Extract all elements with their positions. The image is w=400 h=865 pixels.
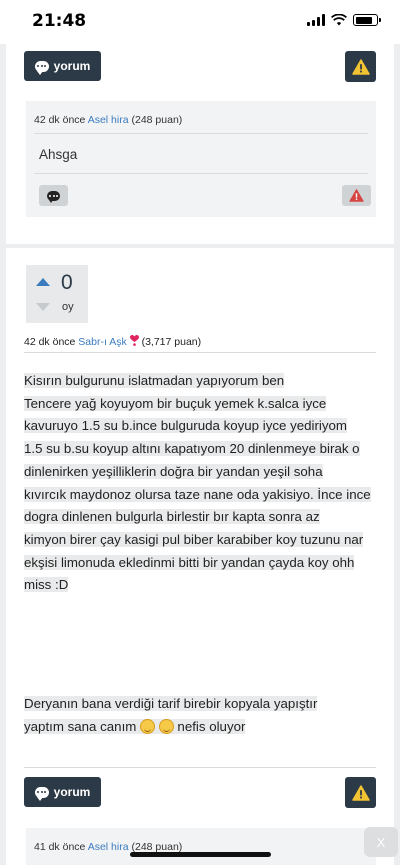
comment-divider (34, 173, 368, 174)
warning-icon (351, 58, 370, 75)
heart-exclamation-icon (129, 335, 139, 346)
comment-meta: 42 dk önce Asel hira (248 puan) (34, 114, 182, 126)
vote-label: oy (62, 301, 74, 313)
report-comment-button[interactable] (342, 185, 371, 206)
comment-item: 42 dk önce Asel hira (248 puan) Ahsga (26, 101, 376, 217)
answer-card: 0 oy 42 dk önce Sabr-ı Aşk (3,717 puan) … (6, 248, 394, 865)
warning-icon (351, 784, 370, 801)
comment-time: 41 dk önce (34, 841, 86, 853)
answer-line: Tencere yağ koyuyom bir buçuk yemek k.sa… (24, 395, 327, 411)
answer-body: Kisırın bulgurunu islatmadan yapıyorum b… (24, 370, 384, 597)
answer-note-text: nefis oluyor (173, 718, 246, 734)
smiling-face-icon (140, 718, 156, 734)
upvote-arrow-icon[interactable] (36, 278, 50, 286)
answer-line: kavuruyo 1.5 su b.ince bulguruda koyup i… (24, 418, 347, 434)
answer-points: (3,717 puan) (141, 336, 202, 348)
answer-line: dinlenirken yeşilliklerin doğra bir yand… (24, 463, 323, 479)
answer-divider (24, 767, 376, 768)
reply-comment-button[interactable] (39, 185, 68, 206)
answer-line: Kisırın bulgurunu islatmadan yapıyorum b… (24, 373, 285, 388)
comment-icon (34, 786, 49, 801)
previous-post-card: yorum 42 dk önce Asel hira (248 puan) Ah… (6, 44, 394, 244)
answer-note-text: yaptım sana canım (24, 718, 141, 734)
signal-icon (307, 14, 325, 26)
comment-points: (248 puan) (131, 114, 183, 126)
comment-time: 42 dk önce (34, 114, 86, 126)
report-button[interactable] (345, 51, 376, 82)
home-indicator (130, 852, 271, 857)
status-bar: 21:48 (0, 0, 400, 44)
status-time: 21:48 (32, 11, 87, 31)
answer-note: Deryanın bana verdiği tarif birebir kopy… (24, 693, 374, 738)
yorum-button[interactable]: yorum (24, 51, 101, 81)
yorum-button-label: yorum (53, 785, 91, 799)
wifi-icon (331, 14, 347, 26)
comment-user-link[interactable]: Asel hira (88, 841, 129, 853)
comment-divider (34, 133, 368, 134)
answer-note-line: Deryanın bana verdiği tarif birebir kopy… (24, 696, 318, 711)
comment-icon (47, 190, 60, 203)
vote-count: 0 (61, 271, 73, 294)
downvote-arrow-icon[interactable] (36, 303, 50, 311)
answer-line: kimyon birer çay kasigi pul biber karabi… (24, 531, 364, 547)
comment-item: 41 dk önce Asel hira (248 puan) (26, 828, 376, 865)
answer-time: 42 dk önce (24, 336, 76, 348)
comment-text: Ahsga (39, 147, 78, 162)
yorum-button[interactable]: yorum (24, 777, 101, 807)
smiling-face-icon (158, 718, 174, 734)
answer-note-line: yaptım sana canım nefis oluyor (24, 718, 246, 734)
answer-user-link[interactable]: Sabr-ı Aşk (78, 336, 126, 348)
answer-meta: 42 dk önce Sabr-ı Aşk (3,717 puan) (24, 335, 201, 348)
answer-line: miss :D (24, 577, 69, 593)
status-icons (307, 14, 381, 26)
comment-user-link[interactable]: Asel hira (88, 114, 129, 126)
battery-icon (353, 14, 381, 26)
answer-line: 1.5 su b.su koyup altını kapatıyom 20 di… (24, 441, 360, 457)
answer-divider (24, 352, 376, 353)
answer-line: ekşisi limonuda ekledinmi bitti bir yand… (24, 554, 355, 570)
close-button[interactable]: X (364, 827, 398, 857)
report-button[interactable] (345, 777, 376, 808)
answer-line: dogra dinlenen bulgurla birlestir bır ka… (24, 509, 320, 525)
answer-line: kıvırcık maydonoz olursa taze nane oda y… (24, 486, 371, 502)
warning-icon (349, 189, 364, 202)
vote-box: 0 oy (26, 265, 88, 323)
yorum-button-label: yorum (53, 59, 91, 73)
comment-icon (34, 60, 49, 75)
